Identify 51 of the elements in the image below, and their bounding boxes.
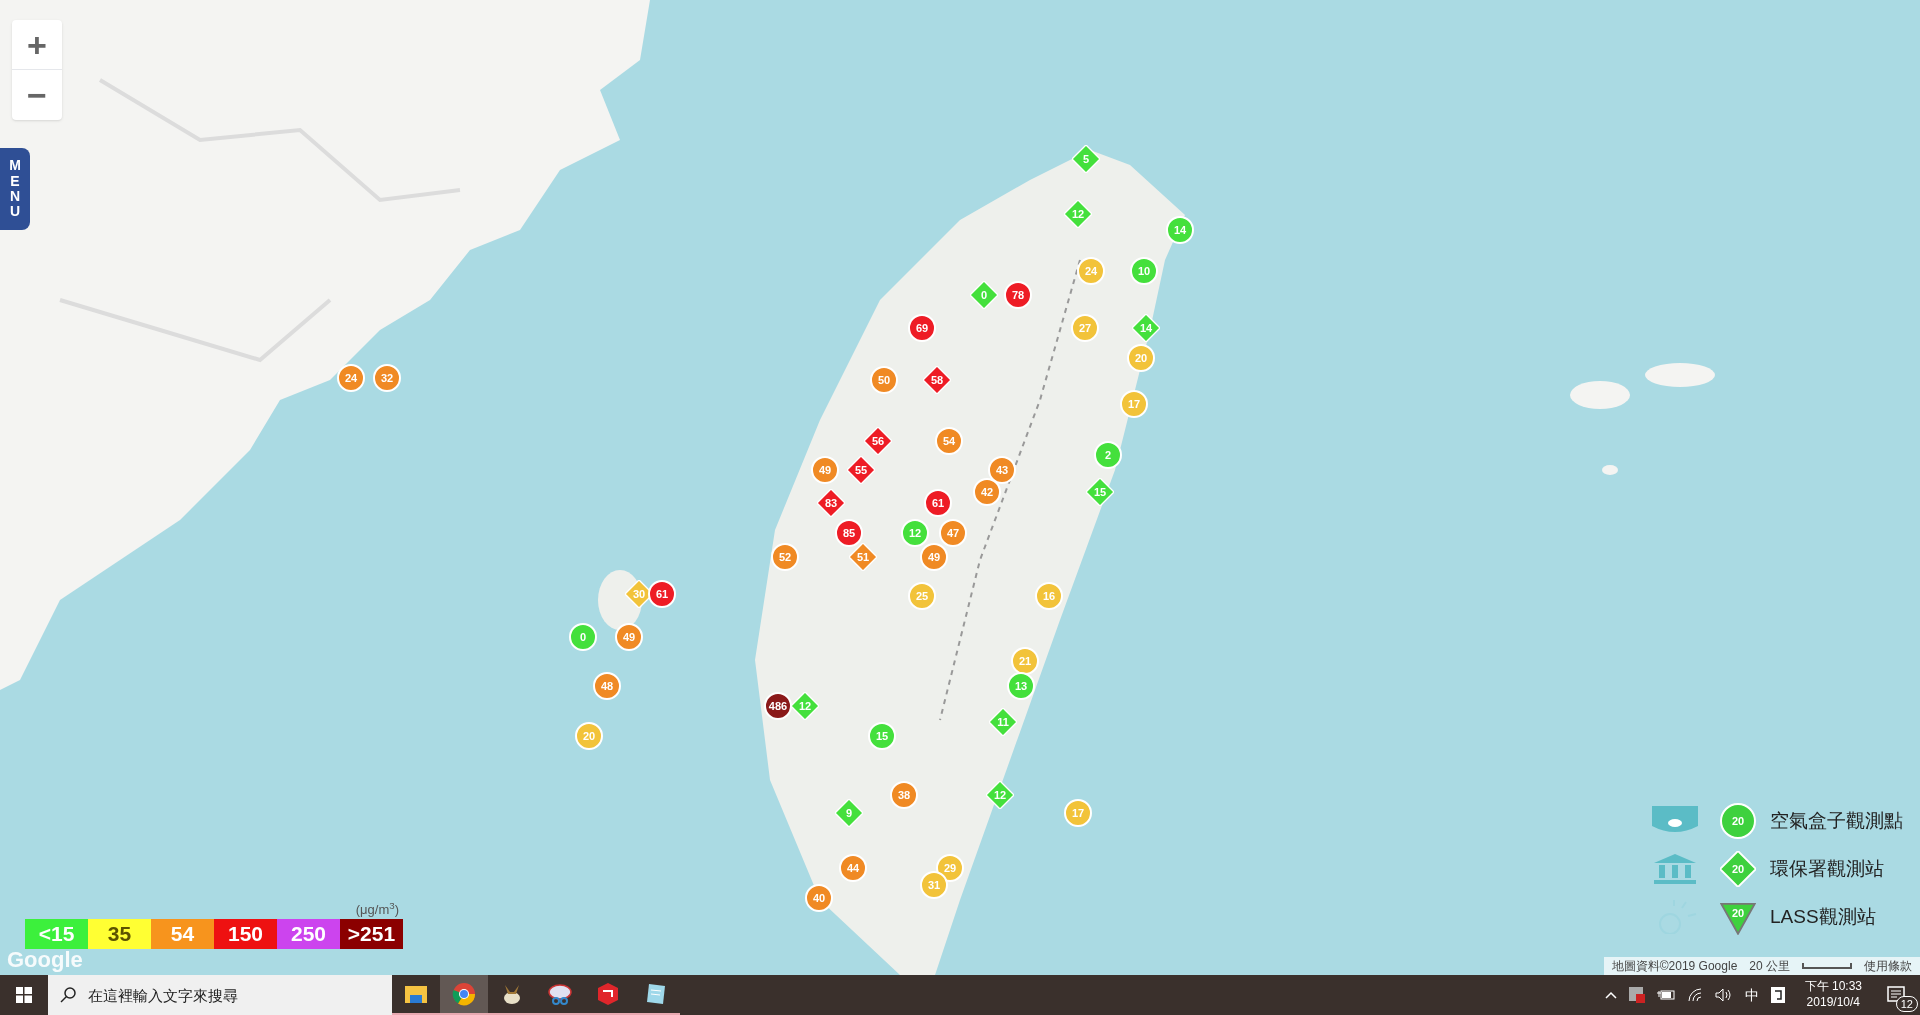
diamond-marker[interactable]: 58 [923,366,951,394]
diamond-marker[interactable]: 5 [1072,145,1100,173]
menu-tab[interactable]: MENU [0,148,30,230]
station-legend-label: 環保署觀測站 [1770,856,1885,881]
legend-swatch: 250 [277,919,340,949]
cube-icon [597,982,619,1006]
diamond-marker[interactable]: 15 [1086,478,1114,506]
shield-icon[interactable] [1628,987,1645,1003]
search-field[interactable]: 在這裡輸入文字來搜尋 [48,975,392,1015]
diamond-marker[interactable]: 12 [1064,200,1092,228]
battery-icon[interactable] [1656,989,1675,1001]
diamond-marker[interactable]: 55 [847,456,875,484]
notepad-icon [645,982,667,1006]
terms-link[interactable]: 使用條款 [1864,957,1912,975]
legend-swatch: <15 [25,919,88,949]
wifi-icon[interactable] [1686,988,1703,1002]
diamond-marker[interactable]: 51 [849,543,877,571]
folder-icon [404,983,428,1005]
search-icon [60,987,76,1003]
windows-icon [16,987,32,1003]
legend-swatch: 150 [214,919,277,949]
diamond-marker[interactable]: 11 [989,708,1017,736]
diamond-marker[interactable]: 9 [835,799,863,827]
chevron-up-icon[interactable] [1604,991,1617,999]
building-icon [1652,854,1698,884]
map-logo: Google [7,949,83,971]
diamond-marker[interactable]: 12 [791,692,819,720]
legend-swatch: 35 [88,919,151,949]
diamond-marker[interactable]: 14 [1132,314,1160,342]
station-legend-label: 空氣盒子觀測點 [1770,808,1904,833]
input-method-indicator[interactable]: 中 [1744,984,1759,1006]
notification-count: 12 [1895,996,1918,1012]
diamond-marker[interactable]: 83 [817,489,845,517]
scale-bar [1802,963,1852,969]
browser-icon [452,982,476,1006]
diamond-marker[interactable]: 20 [1720,851,1756,887]
diamond-marker[interactable]: 56 [864,427,892,455]
legend-swatch: 54 [151,919,214,949]
zoom-in-button[interactable]: + [12,20,62,70]
scale-label: 20 公里 [1749,958,1790,975]
unit-label: (μg/m$^{3}$) [355,899,400,919]
speaker-icon[interactable] [1714,988,1733,1002]
diamond-marker[interactable]: 12 [986,781,1014,809]
clock[interactable]: 下午 10:33 2019/10/4 [1796,979,1870,1011]
scissors-icon [547,982,573,1006]
legend-swatch: >251 [340,919,403,949]
station-legend-label: LASS觀測站 [1770,904,1877,929]
zoom-out-button[interactable]: − [12,70,62,120]
map-data-credit: 地圖資料©2019 Google [1611,958,1738,975]
diamond-marker[interactable]: 0 [970,281,998,309]
clipboard-icon[interactable] [1770,987,1785,1003]
